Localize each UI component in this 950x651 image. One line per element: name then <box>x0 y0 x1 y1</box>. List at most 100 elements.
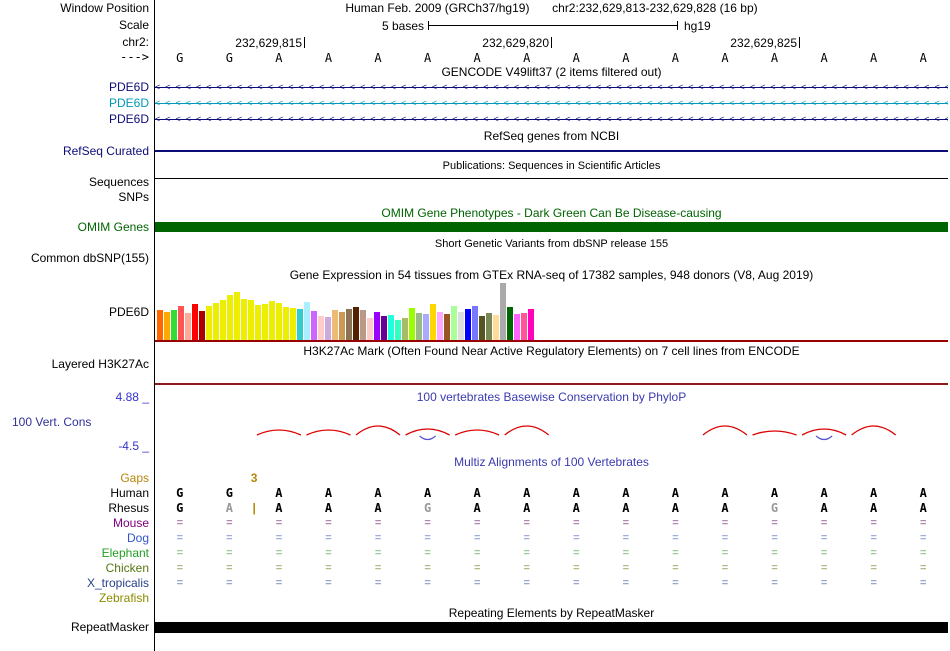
gtex-bar <box>465 309 471 340</box>
multiz-alignment-track[interactable]: 3 G G A A A A A A A A A A A A A A G A A A A G A A A A A A G A A A | = = = = = =… <box>155 472 948 607</box>
phylop-conservation-track[interactable] <box>155 408 948 452</box>
assembly-text: Human Feb. 2009 (GRCh37/hg19) <box>345 1 530 15</box>
gtex-bar <box>346 309 352 340</box>
gtex-bar <box>374 312 380 340</box>
align-gap-symbol: = <box>820 532 828 544</box>
gtex-bar <box>353 307 359 340</box>
align-gap-symbol: = <box>622 562 630 574</box>
align-gap-symbol: = <box>920 532 927 544</box>
common-dbsnp-label[interactable]: Common dbSNP(155) <box>0 252 149 265</box>
align-gap-symbol: = <box>771 517 778 529</box>
base-letter: A <box>324 51 333 65</box>
align-gap-symbol: = <box>672 577 679 589</box>
multiz-track-title: Multiz Alignments of 100 Vertebrates <box>454 455 649 469</box>
gtex-bar <box>416 313 422 340</box>
gtex-gene-label[interactable]: PDE6D <box>0 306 149 319</box>
gtex-bar <box>297 309 303 340</box>
multiz-row-label: Elephant <box>101 546 149 560</box>
base-letter: A <box>870 51 878 65</box>
gtex-bar <box>304 302 310 340</box>
multiz-row-label: Human <box>110 486 149 500</box>
multiz-base: G <box>225 486 233 500</box>
align-gap-symbol: = <box>275 532 283 544</box>
align-gap-symbol: = <box>374 577 382 589</box>
align-gap-symbol: = <box>424 517 431 529</box>
multiz-base: A <box>870 501 878 515</box>
align-gap-symbol: = <box>771 532 778 544</box>
align-gap-symbol: = <box>870 577 877 589</box>
align-gap-symbol: = <box>374 562 382 574</box>
base-letter: A <box>622 51 630 65</box>
align-gap-symbol: = <box>176 517 183 529</box>
align-gap-symbol: = <box>176 577 183 589</box>
dna-sequence-row: GGAAAAAAAAAAAAAA <box>155 51 948 65</box>
phylop-peak <box>454 429 500 436</box>
gencode-transcript[interactable]: <<<<<<<<<<<<<<<<<<<<<<<<<<<<<<<<<<<<<<<<… <box>155 81 948 94</box>
refseq-curated-track-line[interactable] <box>155 150 948 152</box>
align-gap-symbol: = <box>721 547 729 559</box>
align-gap-symbol: = <box>473 547 481 559</box>
align-gap-symbol: = <box>523 562 530 574</box>
snps-label[interactable]: SNPs <box>0 191 149 204</box>
gtex-bar <box>311 311 317 340</box>
phylop-peak <box>256 429 302 436</box>
gtex-bar <box>486 313 492 340</box>
multiz-base: A <box>473 501 481 515</box>
gencode-gene-label[interactable]: PDE6D <box>0 81 149 94</box>
align-gap-symbol: = <box>622 517 630 529</box>
align-gap-symbol: = <box>573 577 580 589</box>
gtex-bar <box>507 307 513 340</box>
layered-h3k27ac-label[interactable]: Layered H3K27Ac <box>0 358 149 371</box>
gencode-gene-label[interactable]: PDE6D <box>0 113 149 126</box>
align-gap-symbol: = <box>523 532 530 544</box>
align-gap-symbol: = <box>374 547 382 559</box>
h3k27ac-track-line[interactable] <box>155 383 948 385</box>
align-gap-symbol: = <box>672 562 679 574</box>
align-gap-symbol: = <box>325 547 332 559</box>
omim-genes-bar[interactable] <box>155 222 948 232</box>
align-gap-symbol: = <box>473 532 481 544</box>
base-letter: A <box>423 51 432 65</box>
align-gap-symbol: = <box>771 562 778 574</box>
gencode-transcript[interactable]: <<<<<<<<<<<<<<<<<<<<<<<<<<<<<<<<<<<<<<<<… <box>155 97 948 110</box>
align-gap-symbol: = <box>820 517 828 529</box>
repeatmasker-label[interactable]: RepeatMasker <box>0 621 149 634</box>
sequences-label[interactable]: Sequences <box>0 176 149 189</box>
gtex-bar <box>241 299 247 340</box>
gtex-bar <box>367 318 373 340</box>
align-gap-symbol: = <box>573 517 580 529</box>
vert-cons-label[interactable]: 100 Vert. Cons <box>12 415 91 429</box>
align-gap-symbol: = <box>176 562 183 574</box>
phylop-peak <box>851 425 897 436</box>
base-letter: A <box>919 51 927 65</box>
multiz-row: 3 <box>155 472 948 485</box>
gencode-track[interactable]: <<<<<<<<<<<<<<<<<<<<<<<<<<<<<<<<<<<<<<<<… <box>155 81 948 126</box>
gtex-bar <box>458 312 464 340</box>
phylop-peak <box>801 428 847 436</box>
align-gap-symbol: = <box>226 562 233 574</box>
gencode-transcript[interactable]: <<<<<<<<<<<<<<<<<<<<<<<<<<<<<<<<<<<<<<<<… <box>155 113 948 126</box>
base-letter: A <box>671 51 680 65</box>
multiz-base: A <box>721 486 729 500</box>
align-gap-symbol: = <box>771 547 778 559</box>
sequences-track-line[interactable] <box>155 178 948 179</box>
refseq-curated-label[interactable]: RefSeq Curated <box>0 145 149 158</box>
gtex-bar <box>451 306 457 340</box>
multiz-base: A <box>919 501 927 515</box>
align-gap-symbol: = <box>226 517 233 529</box>
gtex-bar <box>444 314 450 340</box>
repeatmasker-bar[interactable] <box>155 622 948 633</box>
coordinate-ruler: 232,629,815 232,629,820 232,629,825 <box>155 36 948 50</box>
gtex-bar <box>290 308 296 340</box>
align-gap-symbol: = <box>771 577 778 589</box>
scale-bar <box>428 21 678 30</box>
multiz-base: A <box>622 486 630 500</box>
gtex-expression-bars[interactable] <box>157 283 534 340</box>
omim-genes-label[interactable]: OMIM Genes <box>0 221 149 234</box>
repeatmasker-track-title: Repeating Elements by RepeatMasker <box>448 606 655 620</box>
phylop-peak <box>355 425 401 436</box>
multiz-base: G <box>770 501 779 515</box>
gencode-gene-label[interactable]: PDE6D <box>0 97 149 110</box>
multiz-base: A <box>820 486 828 500</box>
gtex-bar <box>500 283 506 340</box>
